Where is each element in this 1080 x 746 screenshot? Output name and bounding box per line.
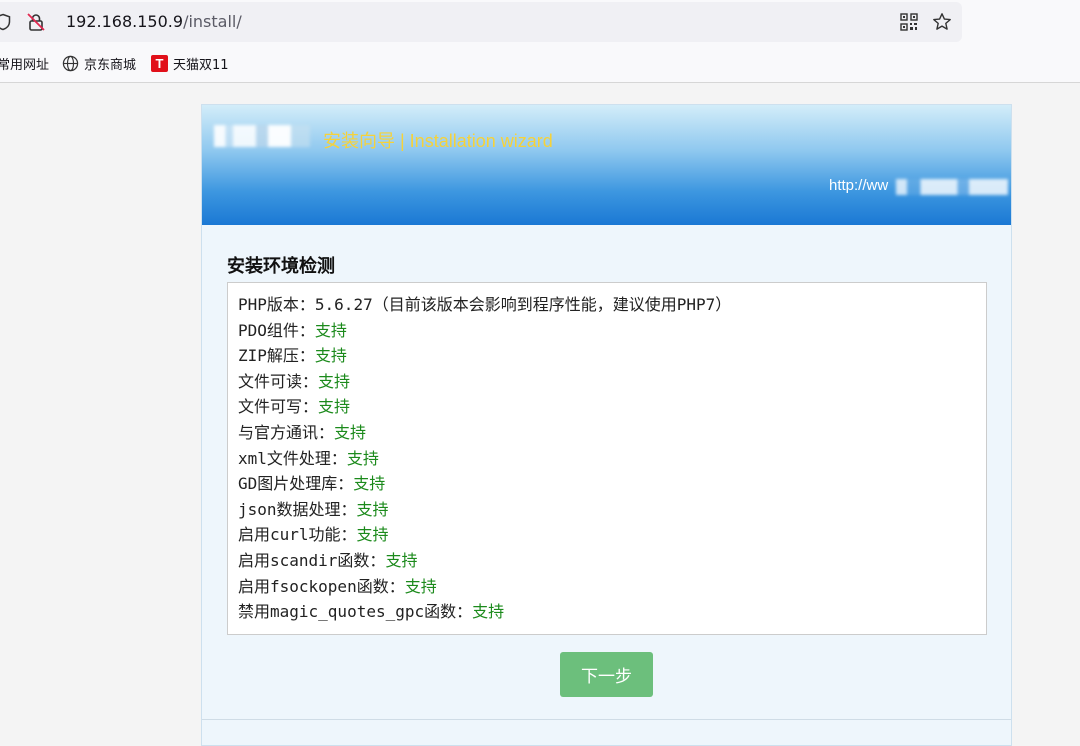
check-item-xml: xml文件处理：支持 [238,446,986,472]
check-value: 支持 [353,474,386,494]
next-step-button[interactable]: 下一步 [560,652,653,697]
check-label: 启用fsockopen函数： [238,576,405,596]
bookmark-jd[interactable]: 京东商城 [62,54,136,73]
browser-chrome: 192.168.150.9/install/ 常用网址 京东商城 T 天猫双11 [0,0,1080,83]
blurred-link-text [896,179,1008,195]
section-title: 安装环境检测 [227,256,335,277]
check-value: 支持 [356,499,389,519]
check-label: PHP版本： [238,295,315,314]
check-label: 禁用magic_quotes_gpc函数： [238,602,473,622]
check-value: 支持 [314,320,347,340]
check-item-file-read: 文件可读：支持 [238,369,986,395]
check-value: 支持 [472,602,505,622]
blurred-logo [214,125,310,147]
insecure-lock-icon[interactable] [26,12,46,32]
check-item-php-version: PHP版本：5.6.27（目前该版本会影响到程序性能，建议使用PHP7） [238,292,986,318]
url-text[interactable]: 192.168.150.9/install/ [66,12,242,31]
check-item-scandir: 启用scandir函数：支持 [238,548,986,574]
install-wizard-panel: 安装向导 | Installation wizard http://ww 安装环… [201,104,1012,746]
check-value: 支持 [385,550,418,570]
check-label: 文件可读： [238,371,319,391]
check-value: 支持 [346,448,379,468]
check-label: 启用scandir函数： [238,550,386,570]
check-item-pdo: PDO组件：支持 [238,318,986,344]
check-label: PDO组件： [238,320,315,340]
tmall-icon: T [151,55,168,72]
check-value: 支持 [334,422,367,442]
check-item-fsockopen: 启用fsockopen函数：支持 [238,574,986,600]
bookmark-label: 天猫双11 [173,58,229,73]
bookmark-label: 常用网址 [0,58,50,73]
check-label: json数据处理： [238,499,357,519]
check-value: 支持 [314,346,347,366]
check-label: 文件可写： [238,397,319,417]
globe-icon [62,55,79,72]
check-list: PHP版本：5.6.27（目前该版本会影响到程序性能，建议使用PHP7） PDO… [228,283,986,625]
environment-check-box: PHP版本：5.6.27（目前该版本会影响到程序性能，建议使用PHP7） PDO… [227,282,987,635]
check-item-gd: GD图片处理库：支持 [238,471,986,497]
check-label: GD图片处理库： [238,474,354,494]
wizard-title: 安装向导 | Installation wizard [323,131,553,151]
check-item-json: json数据处理：支持 [238,497,986,523]
check-value: 支持 [404,576,437,596]
check-item-file-write: 文件可写：支持 [238,394,986,420]
site-link[interactable]: http://ww [829,177,888,194]
bookmark-common-sites[interactable]: 常用网址 [0,54,49,73]
check-value: 支持 [356,525,389,545]
check-label: 启用curl功能： [238,525,357,545]
qr-code-icon[interactable] [900,13,918,31]
check-label: ZIP解压： [238,346,315,366]
bookmarks-bar: 常用网址 京东商城 T 天猫双11 [0,50,1080,76]
check-value: 支持 [318,371,351,391]
wizard-banner: 安装向导 | Installation wizard http://ww [202,105,1011,225]
bookmark-star-icon[interactable] [932,12,952,32]
bookmark-tmall[interactable]: T 天猫双11 [151,54,229,73]
divider [202,719,1011,720]
address-bar[interactable]: 192.168.150.9/install/ [0,2,962,42]
bookmark-label: 京东商城 [84,58,137,73]
check-item-official-comm: 与官方通讯：支持 [238,420,986,446]
shield-icon[interactable] [0,13,12,31]
url-path: /install/ [183,12,242,31]
check-item-curl: 启用curl功能：支持 [238,522,986,548]
check-item-zip: ZIP解压：支持 [238,343,986,369]
url-host: 192.168.150.9 [66,12,184,31]
check-label: xml文件处理： [238,448,347,468]
check-value: 5.6.27（目前该版本会影响到程序性能，建议使用PHP7） [314,295,732,314]
check-value: 支持 [318,397,351,417]
check-item-magic-quotes: 禁用magic_quotes_gpc函数：支持 [238,599,986,625]
check-label: 与官方通讯： [238,422,335,442]
